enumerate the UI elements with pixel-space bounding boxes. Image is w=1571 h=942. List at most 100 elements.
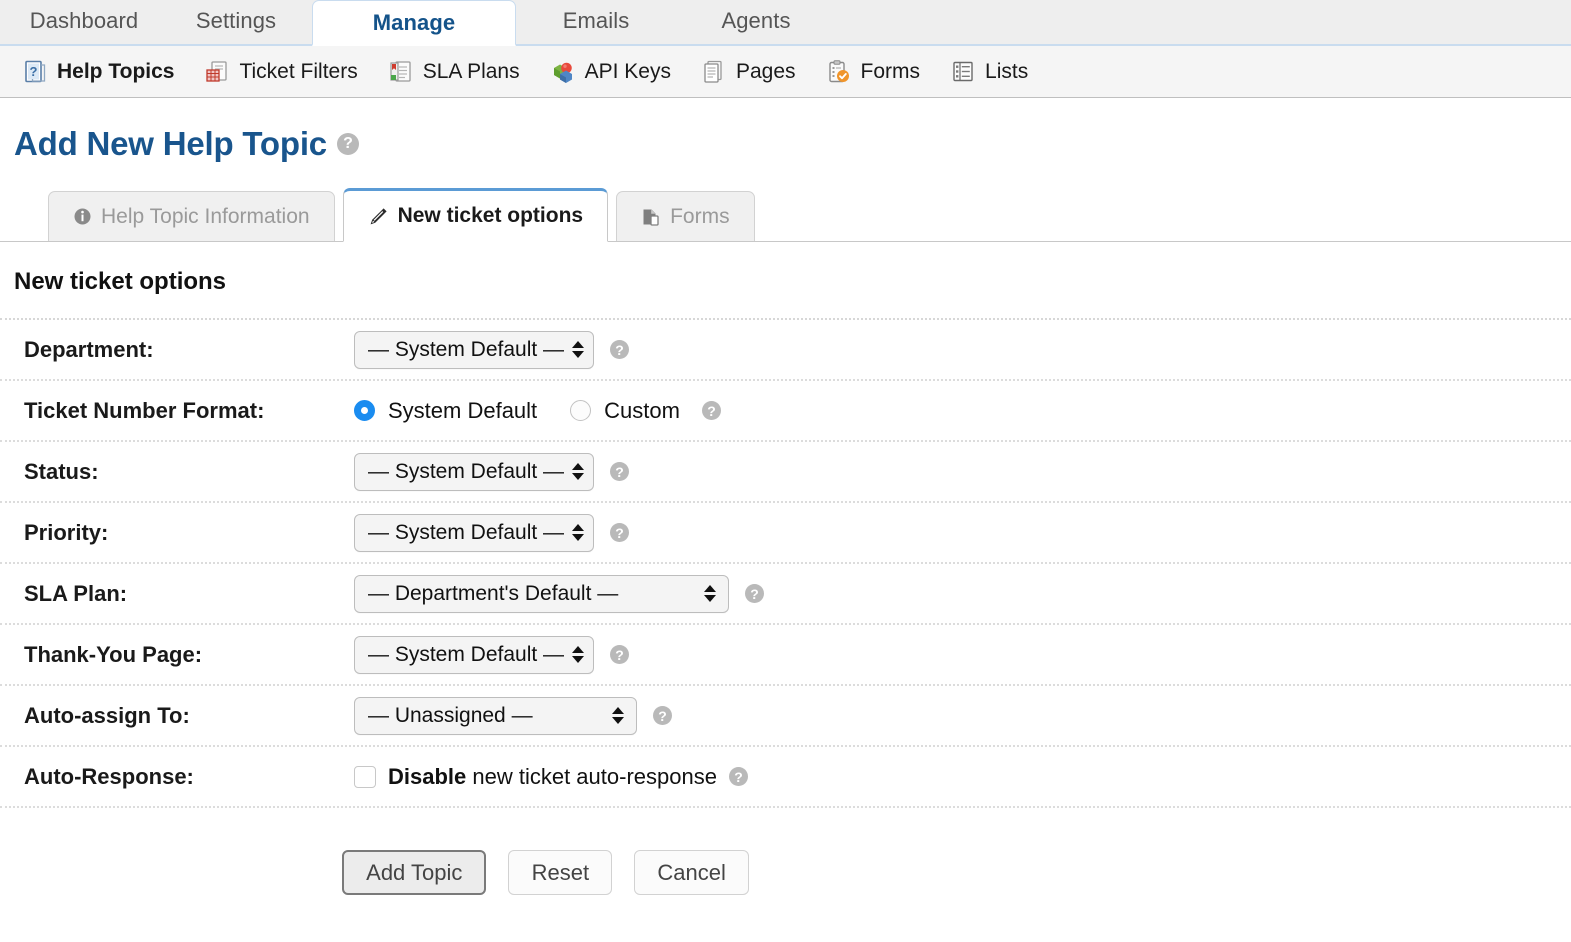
nav-tab-label: Dashboard [29, 8, 139, 33]
form-tabs: Help Topic Information New ticket option… [0, 186, 1571, 242]
chevron-updown-icon [704, 585, 716, 602]
lists-icon [950, 59, 976, 85]
tab-label: Forms [670, 204, 730, 228]
tab-label: Help Topic Information [101, 204, 310, 228]
form-bottom-divider [0, 806, 1571, 808]
select-value: — System Default — [368, 520, 565, 544]
chevron-updown-icon [572, 341, 585, 358]
select-value: — System Default — [368, 337, 565, 361]
nav-tab-label: Manage [372, 9, 456, 35]
info-icon [73, 207, 92, 226]
pencil-icon [368, 206, 389, 227]
form-row-auto-assign-to: Auto-assign To: — Unassigned — ? [0, 684, 1571, 745]
secondary-navigation: ? Help Topics Ticket Filters SLA Plans A… [0, 46, 1571, 98]
field-label: Status: [24, 458, 99, 484]
form-actions: Add Topic Reset Cancel [0, 850, 1571, 895]
chevron-updown-icon [612, 707, 624, 724]
field-label: Department: [24, 336, 154, 362]
form-row-priority: Priority: — System Default — ? [0, 501, 1571, 562]
subnav-item-forms[interactable]: Forms [826, 59, 921, 85]
tab-help-topic-information[interactable]: Help Topic Information [48, 191, 335, 241]
thank-you-page-select[interactable]: — System Default — [354, 635, 595, 674]
page-title-help-icon[interactable]: ? [336, 133, 359, 155]
status-select[interactable]: — System Default — [354, 452, 595, 491]
page-header: Add New Help Topic ? [0, 98, 1571, 164]
form-row-department: Department: — System Default — ? [0, 318, 1571, 379]
subnav-item-ticket-filters[interactable]: Ticket Filters [204, 59, 358, 85]
form-row-ticket-number-format: Ticket Number Format: System Default Cus… [0, 379, 1571, 440]
tab-forms[interactable]: Forms [616, 191, 755, 241]
nav-tab-label: Settings [195, 8, 277, 33]
form-row-sla-plan: SLA Plan: — Department's Default — ? [0, 562, 1571, 623]
subnav-label: Pages [735, 59, 796, 83]
ticket-number-format-help-icon[interactable]: ? [701, 401, 721, 420]
subnav-label: API Keys [584, 59, 671, 83]
radio-system-default[interactable] [354, 400, 375, 421]
select-value: — Department's Default — [368, 581, 619, 605]
chevron-updown-icon [572, 646, 585, 663]
field-label: SLA Plan: [24, 580, 128, 606]
priority-help-icon[interactable]: ? [610, 523, 630, 542]
cancel-button[interactable]: Cancel [634, 850, 749, 895]
field-label: Ticket Number Format: [24, 397, 265, 423]
radio-label-custom: Custom [604, 397, 680, 423]
sla-plan-help-icon[interactable]: ? [745, 584, 764, 603]
field-label: Thank-You Page: [24, 641, 203, 667]
form-page-icon [641, 207, 661, 227]
field-label: Auto-assign To: [24, 702, 190, 728]
department-select[interactable]: — System Default — [354, 330, 595, 369]
nav-tab-dashboard[interactable]: Dashboard [8, 0, 160, 44]
sla-plan-select[interactable]: — Department's Default — [354, 574, 729, 613]
nav-tab-settings[interactable]: Settings [160, 0, 312, 44]
auto-assign-to-help-icon[interactable]: ? [653, 706, 672, 725]
department-help-icon[interactable]: ? [610, 340, 630, 359]
disable-bold-text: Disable [388, 763, 467, 789]
form-row-thank-you-page: Thank-You Page: — System Default — ? [0, 623, 1571, 684]
primary-navigation: Dashboard Settings Manage Emails Agents [0, 0, 1571, 46]
auto-assign-to-select[interactable]: — Unassigned — [354, 696, 637, 735]
subnav-item-lists[interactable]: Lists [950, 59, 1028, 85]
pages-icon [701, 59, 727, 85]
nav-tab-manage[interactable]: Manage [312, 0, 516, 46]
reset-button[interactable]: Reset [508, 850, 613, 895]
nav-tab-emails[interactable]: Emails [516, 0, 676, 44]
field-label: Auto-Response: [24, 763, 194, 789]
tab-new-ticket-options[interactable]: New ticket options [342, 188, 609, 242]
auto-response-help-icon[interactable]: ? [728, 767, 748, 786]
radio-label-system-default: System Default [388, 397, 538, 423]
subnav-label: Ticket Filters [239, 59, 358, 83]
select-value: — Unassigned — [368, 703, 533, 727]
subnav-label: Forms [860, 59, 921, 83]
subnav-label: Lists [985, 59, 1029, 83]
chevron-updown-icon [572, 463, 585, 480]
disable-auto-response-label: Disable new ticket auto-response [388, 764, 717, 790]
section-heading: New ticket options [14, 268, 227, 295]
add-topic-button[interactable]: Add Topic [342, 850, 487, 895]
form-row-auto-response: Auto-Response: Disable new ticket auto-r… [0, 745, 1571, 806]
status-help-icon[interactable]: ? [610, 462, 630, 481]
select-value: — System Default — [368, 459, 565, 483]
ticket-filters-icon [204, 59, 230, 85]
thank-you-page-help-icon[interactable]: ? [610, 645, 630, 664]
nav-tab-label: Agents [721, 8, 791, 33]
ticket-number-format-radio-group: System Default Custom [354, 398, 686, 424]
subnav-item-help-topics[interactable]: ? Help Topics [22, 59, 174, 85]
app-page: Dashboard Settings Manage Emails Agents … [0, 0, 1571, 942]
form-row-status: Status: — System Default — ? [0, 440, 1571, 501]
disable-auto-response-checkbox[interactable] [354, 765, 376, 788]
subnav-item-sla-plans[interactable]: SLA Plans [388, 59, 520, 85]
tab-label: New ticket options [397, 204, 584, 227]
svg-text:?: ? [30, 64, 38, 79]
subnav-item-pages[interactable]: Pages [701, 59, 796, 85]
subnav-item-api-keys[interactable]: API Keys [550, 59, 671, 85]
nav-tab-agents[interactable]: Agents [676, 0, 836, 44]
priority-select[interactable]: — System Default — [354, 513, 595, 552]
new-ticket-options-form: Department: — System Default — ? Ticket … [0, 318, 1571, 808]
select-value: — System Default — [368, 642, 565, 666]
radio-custom[interactable] [570, 400, 592, 421]
field-label: Priority: [24, 519, 109, 545]
disable-rest-text: new ticket auto-response [466, 763, 717, 789]
sla-plans-icon [388, 59, 414, 85]
subnav-label: SLA Plans [422, 59, 520, 83]
subnav-label: Help Topics [57, 59, 175, 83]
